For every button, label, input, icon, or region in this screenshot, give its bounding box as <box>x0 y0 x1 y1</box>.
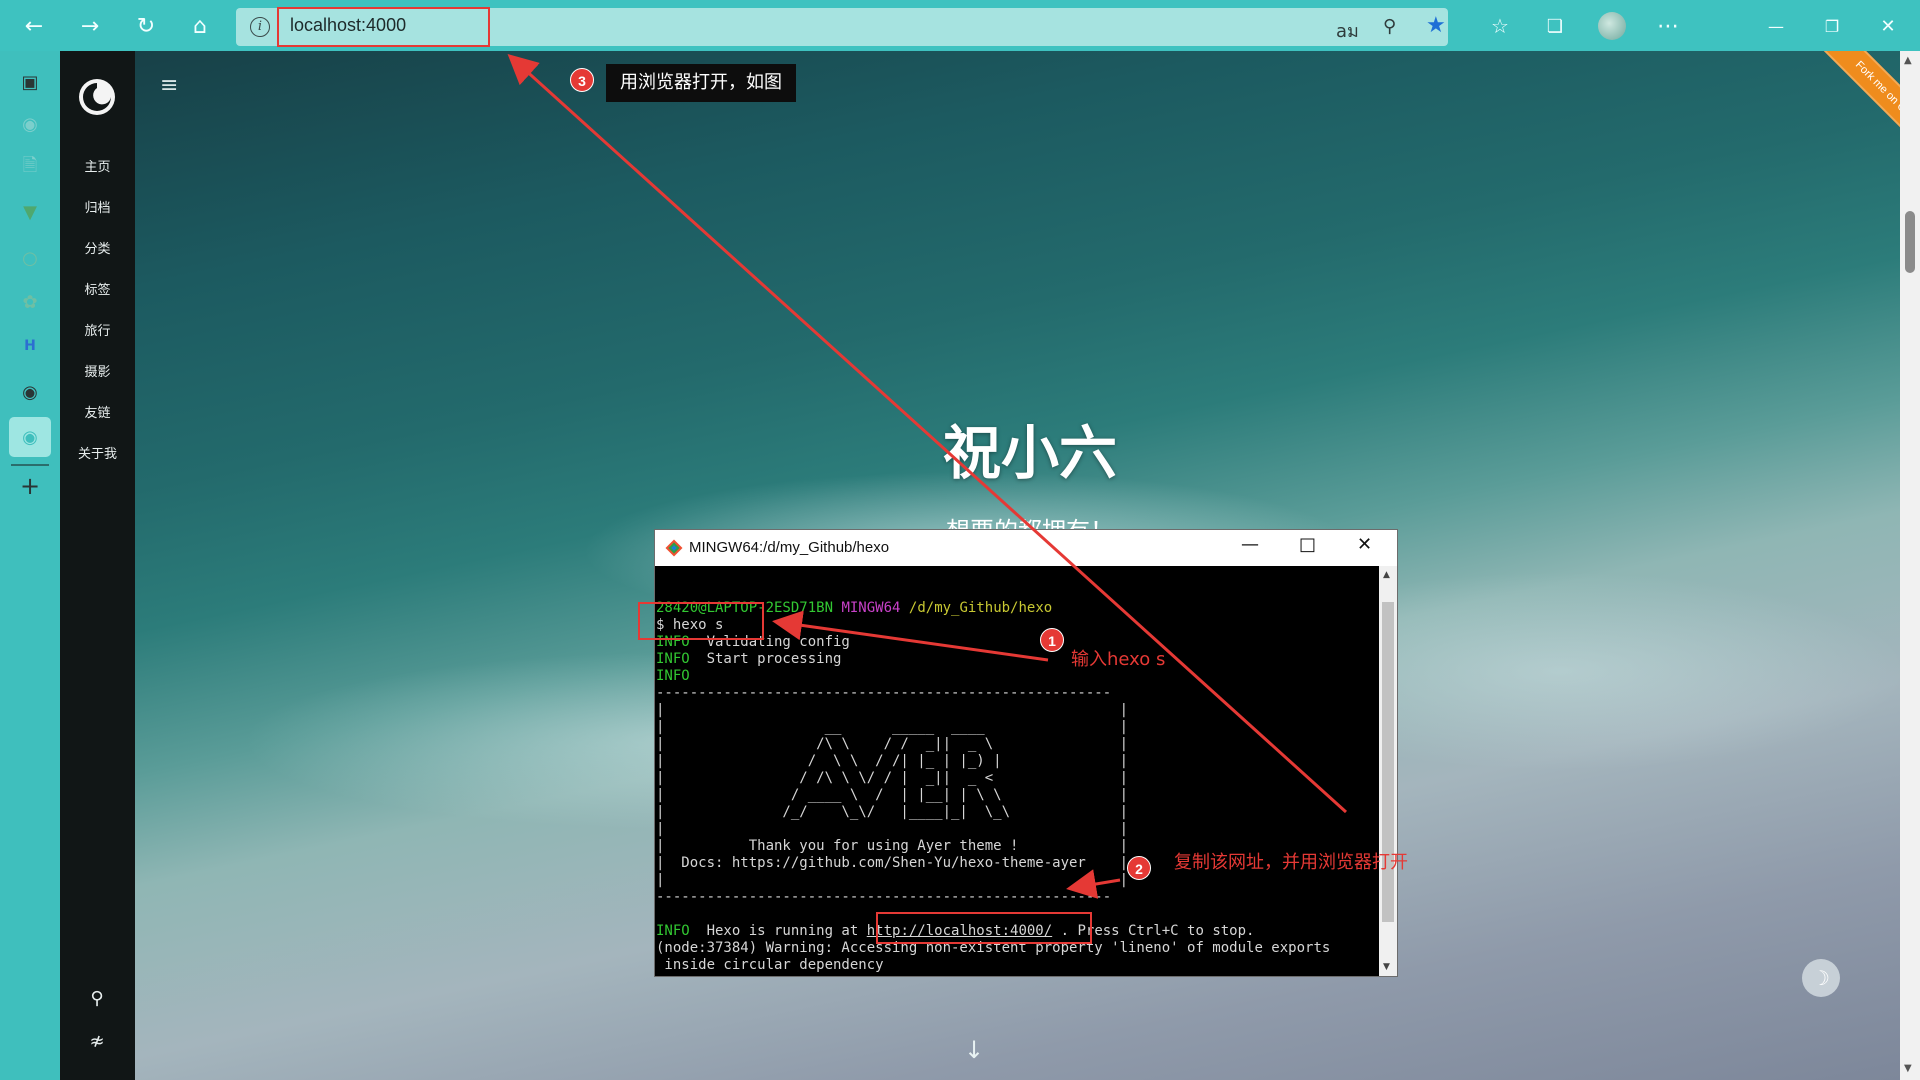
nav-archive[interactable]: 归档 <box>60 197 135 216</box>
scrollbar-thumb[interactable] <box>1905 211 1915 273</box>
info-icon[interactable]: i <box>250 17 270 37</box>
back-icon[interactable]: ← <box>18 10 50 42</box>
terminal-maximize-icon[interactable]: □ <box>1299 534 1316 555</box>
banner-line: | /\ \ / / _|| _ \ | <box>656 736 1129 752</box>
dark-mode-icon[interactable]: ☽ <box>1802 959 1840 997</box>
banner-line: | /_/ \_\/ |____|_| \_\ | <box>656 804 1129 820</box>
terminal-minimize-icon[interactable]: — <box>1241 534 1259 555</box>
step1-badge: 1 <box>1040 628 1064 652</box>
url-output-highlight-box <box>876 912 1092 944</box>
terminal-close-icon[interactable]: ✕ <box>1357 534 1372 555</box>
tab-actions-icon[interactable]: ▣ <box>15 67 45 97</box>
fork-ribbon[interactable]: Fork me on GitHub <box>1801 51 1900 185</box>
banner-line: ----------------------------------------… <box>656 889 1112 905</box>
banner-line: | / ____ \ / | |__| | \ \ | <box>656 787 1129 803</box>
step3-badge: 3 <box>570 68 594 92</box>
vue-tab-icon[interactable]: ▼ <box>15 197 45 227</box>
step3-callout: 用浏览器打开，如图 <box>606 64 796 102</box>
favorite-star-icon[interactable]: ★ <box>1426 13 1446 38</box>
hero-title: 祝小六 <box>942 419 1117 487</box>
terminal-titlebar[interactable]: MINGW64:/d/my_Github/hexo — □ ✕ <box>655 530 1397 566</box>
close-icon[interactable]: ✕ <box>1872 10 1904 42</box>
prompt-path: /d/my_Github/hexo <box>908 600 1053 616</box>
step2-callout: 复制该网址，并用浏览器打开 <box>1174 852 1408 873</box>
refresh-icon[interactable]: ↻ <box>130 10 162 42</box>
step2-badge: 2 <box>1127 856 1151 880</box>
git-bash-icon <box>665 539 683 557</box>
warning-line-2: inside circular dependency <box>656 957 884 973</box>
document-tab-icon[interactable]: 🗎 <box>15 153 45 183</box>
home-icon[interactable]: ⌂ <box>184 10 216 42</box>
scroll-down-icon[interactable]: ↓ <box>964 1036 984 1064</box>
nav-about[interactable]: 关于我 <box>60 443 135 462</box>
terminal-title: MINGW64:/d/my_Github/hexo <box>689 539 890 556</box>
nav-home[interactable]: 主页 <box>60 156 135 175</box>
hexo-tab-icon[interactable]: H <box>15 331 45 361</box>
terminal-scrollbar[interactable]: ▲ ▼ <box>1379 566 1397 976</box>
new-tab-icon[interactable]: + <box>15 471 45 501</box>
terminal-scroll-thumb[interactable] <box>1382 602 1394 922</box>
banner-line: | __ _____ ____ | <box>656 719 1129 735</box>
zoom-icon[interactable]: ⚲ <box>1383 16 1396 37</box>
terminal-window[interactable]: MINGW64:/d/my_Github/hexo — □ ✕ 28420@LA… <box>654 529 1398 977</box>
prompt-env: MINGW64 <box>841 600 901 616</box>
banner-line: | | <box>656 702 1129 718</box>
minimize-icon[interactable]: — <box>1760 10 1792 42</box>
banner-line: | | <box>656 872 1129 888</box>
banner-line: ----------------------------------------… <box>656 685 1112 701</box>
step1-callout: 输入hexo s <box>1071 649 1166 670</box>
menu-toggle-icon[interactable]: ≡ <box>160 73 178 98</box>
blog-sidebar: 主页 归档 分类 标签 旅行 摄影 友链 关于我 ⚲ ≉ <box>60 51 135 1080</box>
nav-category[interactable]: 分类 <box>60 238 135 257</box>
scroll-up-icon[interactable]: ▲ <box>1904 55 1912 66</box>
log-tag: INFO <box>656 923 690 939</box>
github-tab-icon[interactable]: ◉ <box>15 109 45 139</box>
banner-line: | Docs: https://github.com/Shen-Yu/hexo-… <box>656 855 1129 871</box>
restore-icon[interactable]: ❐ <box>1816 10 1848 42</box>
banner-line: | Thank you for using Ayer theme ! | <box>656 838 1129 854</box>
tab-divider <box>11 464 49 466</box>
site-logo[interactable] <box>77 77 117 117</box>
terminal-scroll-down-icon[interactable]: ▼ <box>1383 962 1390 972</box>
nav-travel[interactable]: 旅行 <box>60 320 135 339</box>
banner-line: | / \ \ / /| |_ | |_) | | <box>656 753 1129 769</box>
gear-tab-icon[interactable]: ✿ <box>15 287 45 317</box>
profile-avatar[interactable] <box>1598 12 1626 40</box>
more-icon[interactable]: ⋯ <box>1652 10 1684 42</box>
url-highlight-box <box>277 7 490 47</box>
running-prefix: Hexo is running at <box>689 923 867 939</box>
nav-photography[interactable]: 摄影 <box>60 361 135 380</box>
favorites-icon[interactable]: ☆ <box>1484 10 1516 42</box>
log-text: Start processing <box>689 651 842 667</box>
vertical-tab-bar: ▣ ◉ 🗎 ▼ ○ ✿ H ◉ ◉ + <box>0 51 60 1080</box>
github-tab-icon-2[interactable]: ◉ <box>15 377 45 407</box>
command-highlight-box <box>638 602 764 640</box>
page-scrollbar[interactable]: ▲ ▼ <box>1900 51 1920 1080</box>
collections-icon[interactable]: ❏ <box>1539 10 1571 42</box>
banner-line: | / /\ \ \/ / | _|| _ < | <box>656 770 1129 786</box>
banner-line: | | <box>656 821 1129 837</box>
search-icon[interactable]: ⚲ <box>82 983 112 1013</box>
rss-icon[interactable]: ≉ <box>82 1026 112 1056</box>
forward-icon[interactable]: → <box>74 10 106 42</box>
nav-friends[interactable]: 友链 <box>60 402 135 421</box>
scroll-down-arrow-icon[interactable]: ▼ <box>1904 1063 1912 1074</box>
site-tab-icon[interactable]: ○ <box>15 243 45 273</box>
log-tag: INFO <box>656 668 690 684</box>
nav-tags[interactable]: 标签 <box>60 279 135 298</box>
read-aloud-icon[interactable]: aม <box>1336 16 1359 45</box>
terminal-scroll-up-icon[interactable]: ▲ <box>1383 570 1390 580</box>
log-tag: INFO <box>656 651 690 667</box>
active-tab-icon[interactable]: ◉ <box>9 417 51 457</box>
